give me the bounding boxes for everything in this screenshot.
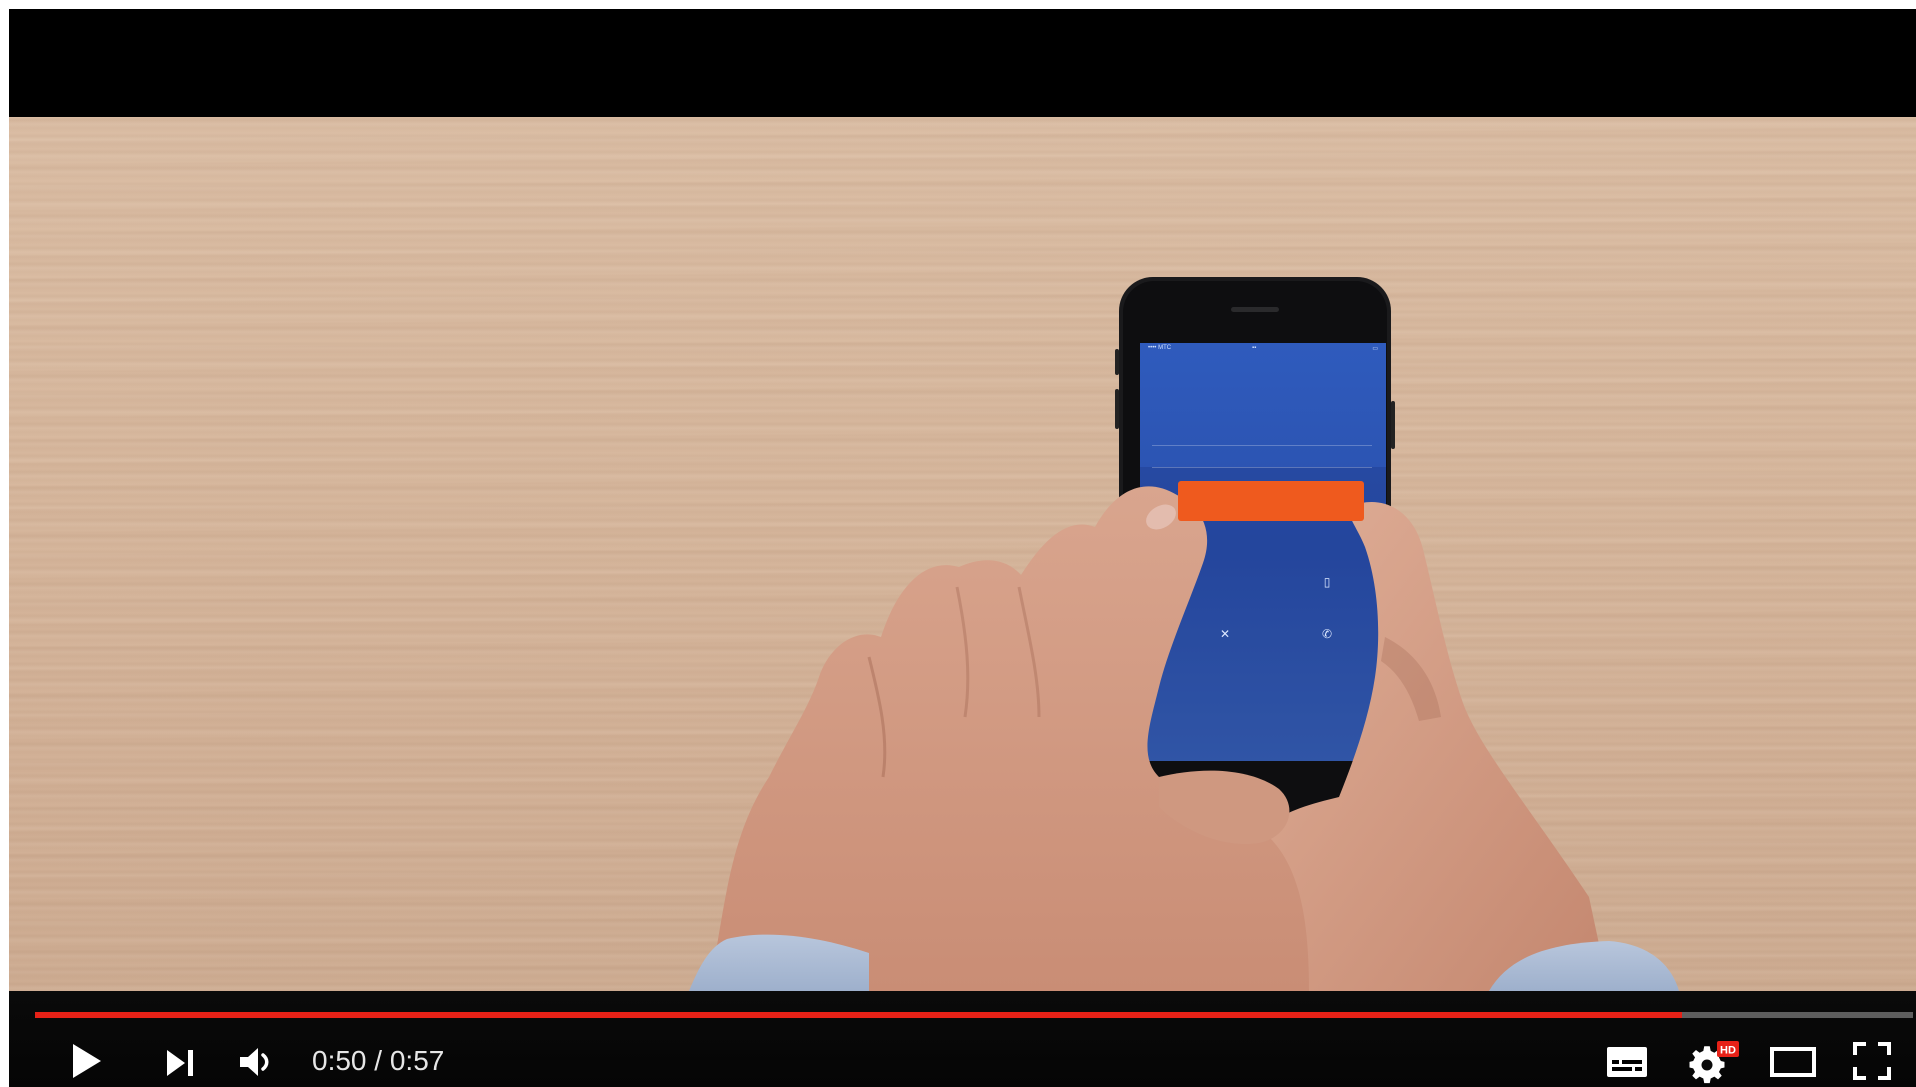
phone-icon: ✆ <box>1321 627 1333 641</box>
phone-time: ▪▪ <box>1252 345 1257 351</box>
phone-app-screen: •••• МТС ▪▪ ▭ ▯ ✆ ✕ <box>1140 343 1386 761</box>
volume-icon <box>240 1048 269 1076</box>
phone-login-button <box>1178 481 1364 521</box>
next-icon <box>167 1050 193 1076</box>
settings-icon: HD <box>1689 1041 1739 1084</box>
phone-status-bar: •••• МТС ▪▪ ▭ <box>1140 345 1386 355</box>
theater-mode-icon <box>1770 1047 1816 1077</box>
player-controls: 0:50 / 0:57 HD <box>9 991 1916 1087</box>
letterbox <box>9 9 1916 117</box>
progress-bar[interactable] <box>35 1012 1913 1018</box>
video-scene <box>689 277 1679 991</box>
play-icon <box>73 1044 101 1078</box>
progress-played <box>35 1012 1682 1018</box>
document-icon: ▯ <box>1323 575 1331 589</box>
next-button[interactable] <box>159 1043 203 1083</box>
theater-mode-button[interactable] <box>1767 1041 1819 1083</box>
subtitles-button[interactable] <box>1603 1041 1651 1083</box>
time-separator: / <box>366 1045 390 1076</box>
battery-icon: ▭ <box>1372 346 1378 352</box>
current-time: 0:50 <box>312 1045 367 1076</box>
time-display: 0:50 / 0:57 <box>312 1041 444 1081</box>
settings-button[interactable]: HD <box>1687 1039 1741 1085</box>
map-pin-icon: ✕ <box>1219 627 1231 641</box>
play-button[interactable] <box>63 1039 111 1083</box>
password-field-underline <box>1152 467 1372 468</box>
video-player[interactable]: •••• МТС ▪▪ ▭ ▯ ✆ ✕ 0:50 / 0:57 HD <box>9 9 1916 1087</box>
fullscreen-button[interactable] <box>1849 1039 1895 1083</box>
fullscreen-icon <box>1853 1042 1891 1080</box>
phone-carrier: •••• МТС <box>1148 345 1172 351</box>
hd-badge: HD <box>1720 1045 1736 1057</box>
subtitles-icon <box>1607 1047 1647 1077</box>
video-frame[interactable]: •••• МТС ▪▪ ▭ ▯ ✆ ✕ <box>9 117 1916 991</box>
mute-button[interactable] <box>234 1041 282 1083</box>
duration: 0:57 <box>389 1045 445 1076</box>
login-field-underline <box>1152 445 1372 446</box>
